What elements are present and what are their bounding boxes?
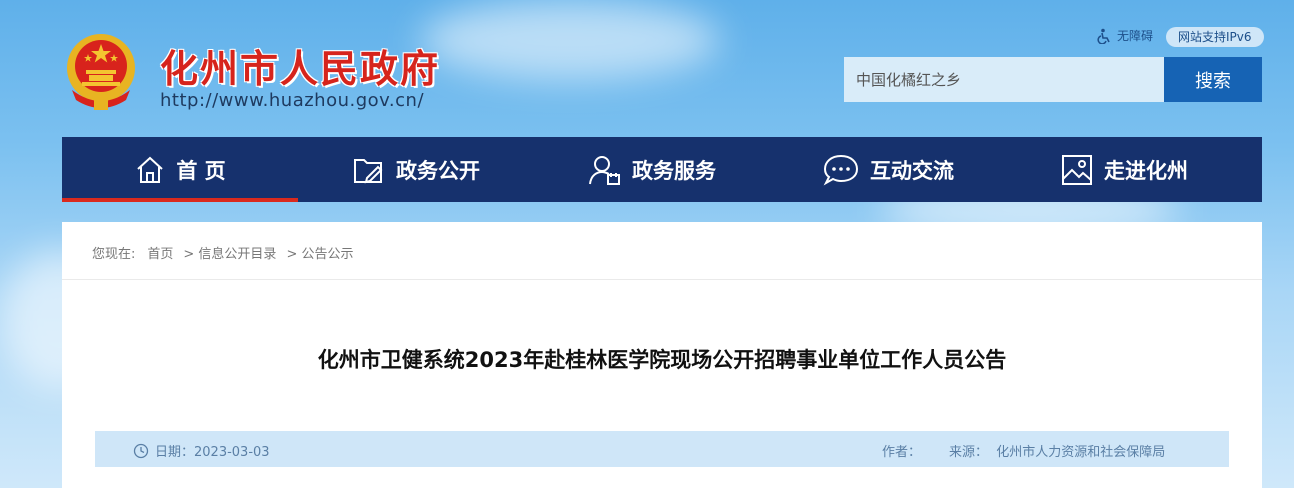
clock-icon [133,443,149,458]
breadcrumb-item-home[interactable]: 首页 [147,243,173,262]
nav-item-home[interactable]: 首 页 [62,137,298,202]
main-nav: 首 页 政务公开 政务服务 互动交流 走进化州 [62,137,1262,202]
site-url: http://www.huazhou.gov.cn/ [160,90,425,111]
breadcrumb: 您现在: 首页 > 信息公开目录 > 公告公示 [92,243,363,262]
chat-bubble-icon [823,154,859,186]
nav-item-label: 政务公开 [396,158,480,183]
article-date: 日期：2023-03-03 [133,441,270,460]
national-emblem-icon [67,34,135,110]
divider [62,279,1262,280]
article-meta-bar: 日期：2023-03-03 作者： 来源： 化州市人力资源和社会保障局 [95,431,1229,467]
nav-item-government-services[interactable]: 政务服务 [534,137,770,202]
accessibility-label: 无障碍 [1117,29,1154,43]
nav-item-label: 走进化州 [1104,158,1188,183]
article-title: 化州市卫健系统2023年赴桂林医学院现场公开招聘事业单位工作人员公告 [317,348,1007,372]
nav-item-label: 政务服务 [632,158,716,183]
picture-frame-icon [1062,154,1092,185]
user-service-icon [589,155,620,185]
nav-item-label: 首 页 [176,158,226,183]
wheelchair-icon [1097,28,1110,44]
ipv6-badge: 网站支持IPv6 [1166,27,1264,47]
breadcrumb-item-announcements[interactable]: > 公告公示 [286,243,353,262]
content-panel: 您现在: 首页 > 信息公开目录 > 公告公示 化州市卫健系统2023年赴桂林医… [62,222,1262,488]
search-button[interactable]: 搜索 [1164,57,1262,102]
nav-item-interaction[interactable]: 互动交流 [770,137,1006,202]
search-input[interactable] [844,57,1164,102]
nav-item-government-affairs[interactable]: 政务公开 [298,137,534,202]
nav-item-about-huazhou[interactable]: 走进化州 [1006,137,1242,202]
article-source: 来源： 化州市人力资源和社会保障局 [949,445,1166,460]
breadcrumb-prefix: 您现在: [92,247,136,262]
home-icon [137,156,164,183]
accessibility-link[interactable]: 无障碍 [1096,27,1153,44]
site-title[interactable]: 化州市人民政府 [160,38,440,93]
breadcrumb-item-info-catalog[interactable]: > 信息公开目录 [183,243,276,262]
nav-item-label: 互动交流 [870,158,954,183]
sky-cloud [420,0,720,80]
article-date-text: 日期：2023-03-03 [155,445,270,460]
folder-edit-icon [354,158,383,183]
article-author: 作者： [882,445,922,460]
